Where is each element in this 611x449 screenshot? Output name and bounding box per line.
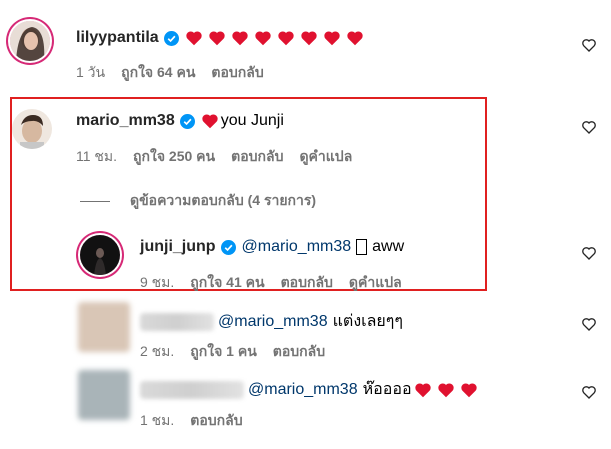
username-blurred[interactable]	[140, 380, 244, 399]
missing-glyph-icon	[356, 239, 368, 255]
view-replies-button[interactable]: ดูข้อความตอบกลับ (4 รายการ)	[80, 190, 316, 212]
heart-emoji-icon	[209, 31, 225, 46]
comment-text: aww	[372, 238, 405, 255]
mention-link[interactable]: @mario_mm38	[248, 381, 358, 399]
comment-text: ห๊ออออ	[362, 381, 412, 398]
heart-emoji-icon	[324, 31, 340, 46]
avatar[interactable]	[78, 370, 130, 420]
comment-time[interactable]: 1 ชม.	[140, 410, 174, 432]
verified-icon	[163, 30, 179, 46]
comment-time[interactable]: 11 ชม.	[76, 146, 117, 168]
reply-button[interactable]: ตอบกลับ	[231, 146, 283, 168]
like-count[interactable]: ถูกใจ 1 คน	[190, 341, 257, 363]
heart-emoji-icon	[255, 31, 271, 46]
comment-time[interactable]: 2 ชม.	[140, 341, 174, 363]
heart-emoji-icon	[414, 382, 431, 397]
comment-text: แต่งเลยๆๆ	[332, 313, 403, 330]
view-replies-label: ดูข้อความตอบกลับ (4 รายการ)	[130, 192, 317, 208]
comment-text: you Junji	[220, 112, 284, 129]
heart-emoji-icon	[301, 31, 317, 46]
like-count[interactable]: ถูกใจ 250 คน	[133, 146, 215, 168]
avatar[interactable]	[12, 109, 52, 149]
avatar[interactable]	[78, 302, 130, 352]
like-heart-icon[interactable]	[581, 316, 597, 332]
translate-button[interactable]: ดูคำแปล	[349, 272, 402, 294]
like-heart-icon[interactable]	[581, 119, 597, 135]
comment-time[interactable]: 9 ชม.	[140, 272, 174, 294]
mention-link[interactable]: @mario_mm38	[242, 238, 352, 256]
mention-link[interactable]: @mario_mm38	[218, 313, 328, 331]
heart-emoji-icon	[202, 114, 218, 129]
username-blurred[interactable]	[140, 312, 214, 331]
heart-emoji-row	[185, 30, 369, 46]
username[interactable]: mario_mm38	[76, 112, 175, 130]
heart-emoji-icon	[460, 382, 477, 397]
avatar[interactable]	[80, 235, 120, 275]
verified-icon	[220, 239, 236, 255]
like-heart-icon[interactable]	[581, 384, 597, 400]
divider	[80, 200, 110, 202]
heart-emoji-icon	[347, 31, 363, 46]
like-count[interactable]: ถูกใจ 41 คน	[190, 272, 264, 294]
translate-button[interactable]: ดูคำแปล	[299, 146, 352, 168]
avatar[interactable]	[10, 21, 50, 61]
reply-button[interactable]: ตอบกลับ	[190, 410, 242, 432]
heart-emoji-icon	[437, 382, 454, 397]
username[interactable]: junji_junp	[140, 238, 216, 256]
heart-emoji-icon	[232, 31, 248, 46]
heart-emoji-icon	[278, 31, 294, 46]
reply-button[interactable]: ตอบกลับ	[211, 62, 263, 84]
username[interactable]: lilyypantila	[76, 29, 159, 47]
like-heart-icon[interactable]	[581, 37, 597, 53]
like-heart-icon[interactable]	[581, 245, 597, 261]
reply-button[interactable]: ตอบกลับ	[281, 272, 333, 294]
comment-time[interactable]: 1 วัน	[76, 62, 105, 84]
verified-icon	[179, 113, 195, 129]
reply-button[interactable]: ตอบกลับ	[273, 341, 325, 363]
heart-emoji-icon	[186, 31, 202, 46]
like-count[interactable]: ถูกใจ 64 คน	[121, 62, 195, 84]
